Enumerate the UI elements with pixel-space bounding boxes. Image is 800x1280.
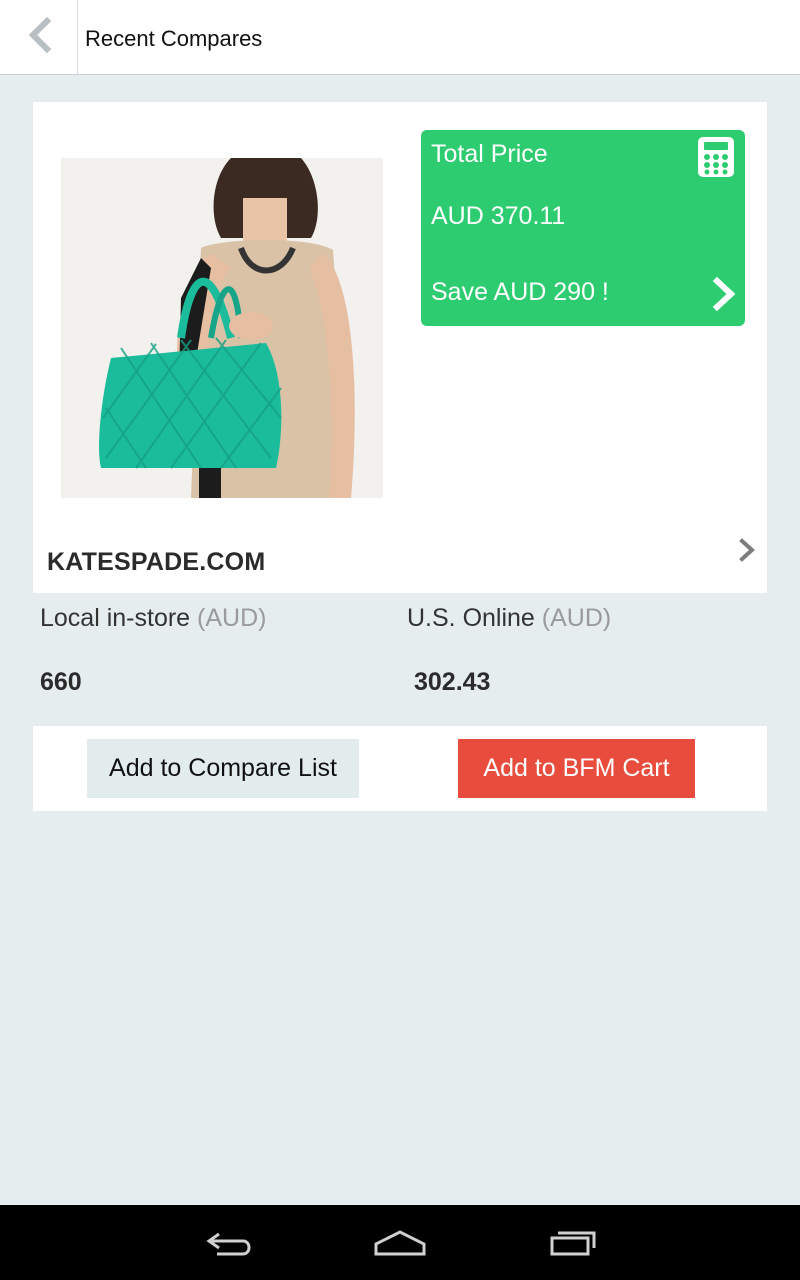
app-bar: Recent Compares [0, 0, 800, 75]
add-to-cart-button[interactable]: Add to BFM Cart [458, 739, 695, 798]
store-name[interactable]: KATESPADE.COM [47, 548, 265, 577]
online-price-unit: (AUD) [541, 604, 612, 632]
savings-text: Save AUD 290 ! [431, 278, 609, 306]
system-nav-bar [0, 1205, 800, 1280]
local-price-value: 660 [40, 668, 82, 696]
product-image[interactable] [61, 158, 383, 498]
total-price-label: Total Price [431, 140, 548, 168]
total-price-panel[interactable]: Total Price AUD 370.11 Save AUD 290 ! [421, 130, 745, 326]
local-price-unit: (AUD) [197, 604, 267, 632]
chevron-right-icon [709, 276, 739, 317]
nav-recents-icon[interactable] [542, 1223, 602, 1263]
online-price-label-text: U.S. Online [407, 604, 535, 632]
actions-bar: Add to Compare List Add to BFM Cart [33, 726, 767, 811]
local-price-label: Local in-store (AUD) [40, 604, 266, 633]
nav-back-icon[interactable] [200, 1223, 260, 1263]
page-title: Recent Compares [85, 26, 263, 51]
product-card: Total Price AUD 370.11 Save AUD 290 ! KA… [33, 102, 767, 593]
chevron-right-icon[interactable] [737, 536, 757, 569]
online-price-value: 302.43 [414, 668, 491, 696]
online-price-label: U.S. Online (AUD) [407, 604, 611, 633]
chevron-left-icon [25, 16, 53, 58]
add-to-compare-button[interactable]: Add to Compare List [87, 739, 359, 798]
calculator-icon [697, 136, 735, 183]
local-price-label-text: Local in-store [40, 604, 191, 632]
back-button[interactable] [0, 0, 78, 75]
nav-home-icon[interactable] [370, 1223, 430, 1263]
total-price-value: AUD 370.11 [431, 202, 566, 230]
